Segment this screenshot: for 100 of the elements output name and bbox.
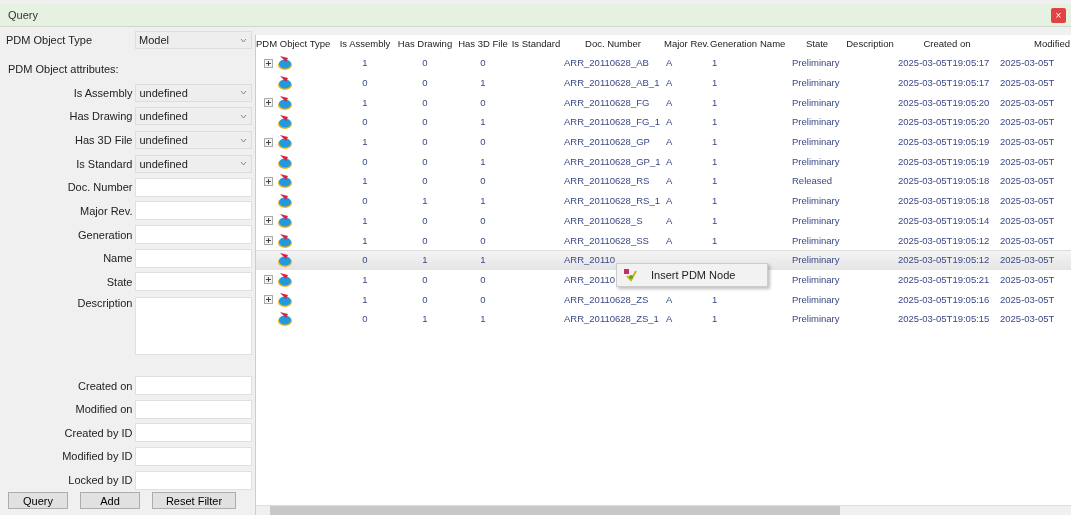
table-cell: 0 [422, 136, 428, 149]
expand-icon[interactable] [264, 275, 273, 285]
column-header[interactable]: Doc. Number [585, 38, 641, 50]
table-cell: 2025-03-05T [1000, 116, 1055, 129]
expand-icon[interactable] [264, 216, 273, 226]
input-field[interactable] [135, 248, 252, 268]
table-cell: 1 [712, 136, 718, 149]
table-cell: 2025-03-05T [1000, 254, 1055, 267]
table-cell: Preliminary [792, 293, 840, 306]
close-button[interactable]: × [1051, 7, 1066, 23]
table-cell: Preliminary [792, 116, 840, 129]
table-cell: 2025-03-05T19:05:12 [898, 234, 990, 247]
column-header[interactable]: PDM Object Type [256, 38, 331, 50]
table-cell: 1 [712, 175, 718, 188]
table-cell: 0 [422, 57, 428, 70]
filter-dropdown[interactable]: undefined [135, 107, 252, 126]
field-label: Description [76, 296, 133, 309]
input-field[interactable] [135, 225, 252, 245]
table-cell: 2025-03-05T19:05:16 [898, 293, 990, 306]
table-cell: 0 [480, 57, 486, 70]
column-header[interactable]: Description [846, 38, 894, 50]
expand-icon[interactable] [264, 176, 273, 186]
table-cell: 2025-03-05T [1000, 293, 1055, 306]
column-header[interactable]: Major Rev. [664, 38, 710, 50]
form-button[interactable]: Add [80, 492, 140, 509]
field-label: Name [102, 252, 133, 265]
table-cell: ARR_20110628_RS [564, 175, 650, 188]
horizontal-scrollbar[interactable] [256, 505, 1071, 515]
menu-item[interactable]: Insert PDM Node [651, 269, 736, 281]
field-label: Created on [77, 379, 133, 392]
column-header[interactable]: Generation [710, 38, 757, 50]
table-cell: 0 [422, 293, 428, 306]
description-field[interactable] [135, 296, 252, 355]
input-field[interactable] [135, 470, 252, 490]
filter-dropdown[interactable]: undefined [135, 154, 252, 173]
model-icon [277, 311, 293, 328]
table-cell: A [666, 195, 673, 208]
model-icon [277, 212, 293, 229]
table-cell: 1 [480, 77, 486, 90]
table-cell: 0 [422, 77, 428, 90]
table-cell: 1 [422, 313, 428, 326]
caret-icon [240, 113, 247, 119]
table-cell: A [666, 77, 673, 90]
table-cell: 0 [422, 96, 428, 109]
expand-icon[interactable] [264, 236, 273, 246]
input-field[interactable] [135, 399, 252, 419]
table-cell: A [666, 57, 673, 70]
column-header[interactable]: Is Standard [511, 38, 561, 50]
table-cell: 0 [422, 116, 428, 129]
section-label: PDM Object attributes: [8, 63, 120, 75]
input-field[interactable] [135, 446, 252, 466]
filter-dropdown[interactable]: undefined [135, 83, 252, 102]
table-cell: 1 [712, 155, 718, 168]
table-cell: 2025-03-05T19:05:14 [898, 214, 990, 227]
input-field[interactable] [135, 177, 252, 197]
caret-icon [240, 137, 247, 143]
table-cell: ARR_20110628_ZS [564, 293, 649, 306]
form-button[interactable]: Query [8, 492, 68, 509]
table-cell: 1 [362, 293, 368, 306]
filter-dropdown[interactable]: undefined [135, 131, 252, 150]
table-cell: 2025-03-05T [1000, 214, 1055, 227]
table-cell: 1 [362, 57, 368, 70]
model-icon [277, 55, 293, 72]
input-field[interactable] [135, 201, 252, 221]
table-cell: 0 [362, 77, 368, 90]
table-cell: Preliminary [792, 234, 840, 247]
column-header[interactable]: Name [760, 38, 786, 50]
column-header[interactable]: Modified [1034, 38, 1070, 50]
expand-icon[interactable] [264, 58, 273, 68]
input-field[interactable] [135, 376, 252, 396]
column-header[interactable]: Is Assembly [339, 38, 391, 50]
column-header[interactable]: State [805, 38, 829, 50]
table-cell: 1 [362, 234, 368, 247]
table-cell: A [666, 136, 673, 149]
caret-icon [240, 37, 247, 43]
table-cell: 1 [362, 136, 368, 149]
expand-icon[interactable] [264, 98, 273, 108]
form-button[interactable]: Reset Filter [152, 492, 236, 509]
table-cell: 2025-03-05T19:05:20 [898, 116, 990, 129]
table-cell: 1 [480, 254, 486, 267]
table-cell: Preliminary [792, 96, 840, 109]
table-cell: ARR_20110628_AB [564, 57, 649, 70]
table-cell: 0 [422, 155, 428, 168]
table-cell: Preliminary [792, 214, 840, 227]
table-cell: 2025-03-05T [1000, 136, 1055, 149]
model-icon [277, 94, 293, 111]
column-header[interactable]: Has Drawing [397, 38, 453, 50]
table-cell: 2025-03-05T [1000, 195, 1055, 208]
column-header[interactable]: Created on [923, 38, 971, 50]
column-header[interactable]: Has 3D File [458, 38, 508, 50]
table-cell: ARR_20110 [564, 273, 616, 286]
table-cell: ARR_20110628_ZS_1 [564, 313, 659, 326]
expand-icon[interactable] [264, 137, 273, 147]
expand-icon[interactable] [264, 295, 273, 305]
window-title: Query [8, 9, 38, 21]
table-cell: 1 [362, 96, 368, 109]
type-dropdown[interactable]: Model [135, 31, 252, 49]
input-field[interactable] [135, 423, 252, 443]
input-field[interactable] [135, 272, 252, 292]
table-cell: 1 [712, 195, 718, 208]
